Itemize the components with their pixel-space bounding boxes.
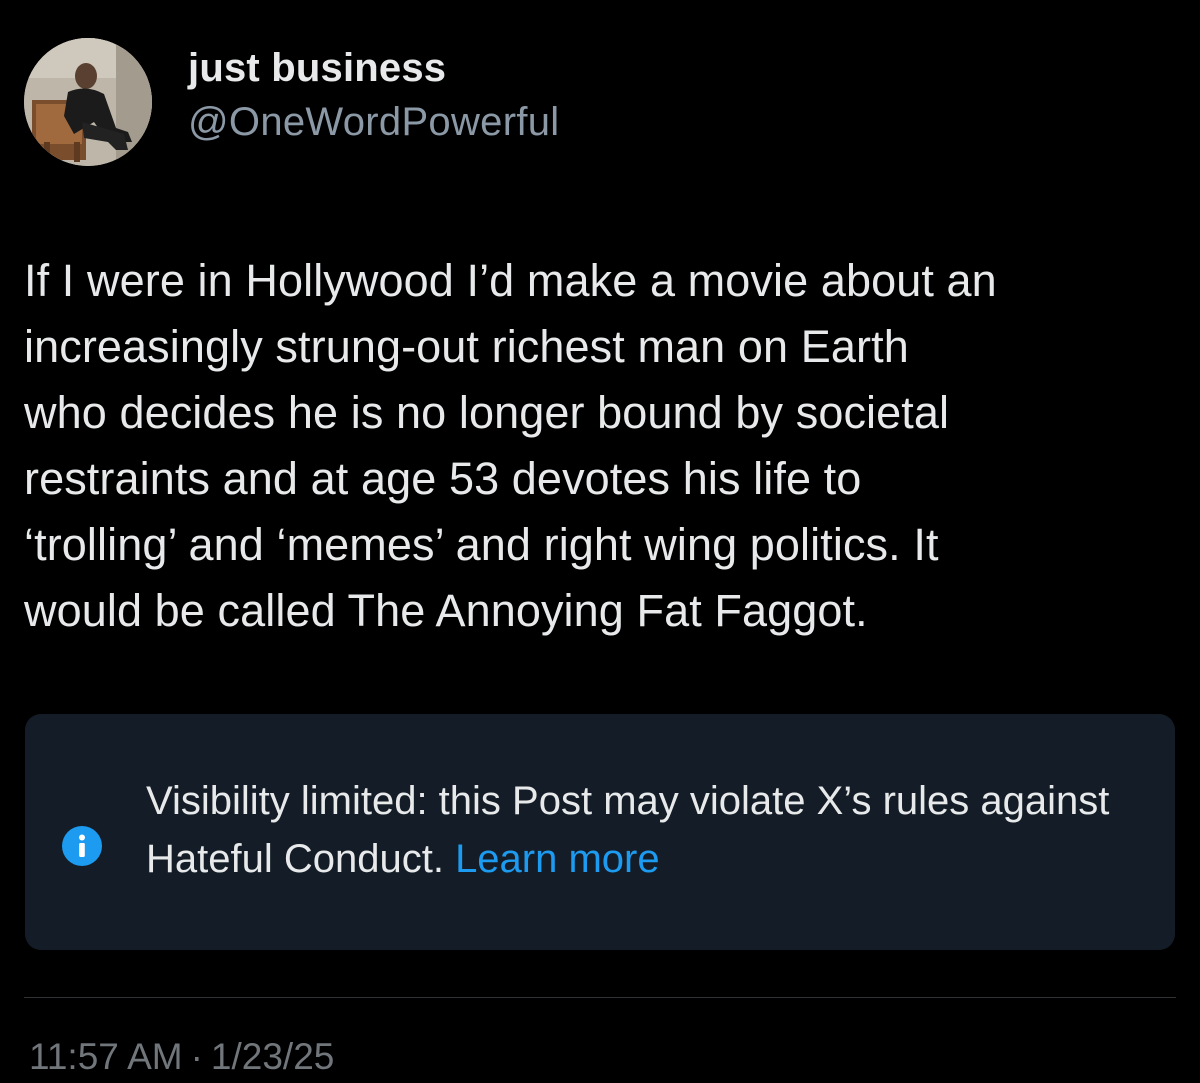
info-icon	[62, 826, 102, 866]
post-time: 11:57 AM	[29, 1036, 183, 1077]
display-name[interactable]: just business	[188, 40, 559, 96]
post-date: 1/23/25	[210, 1036, 335, 1077]
notice-text: Visibility limited: this Post may violat…	[146, 772, 1156, 888]
post-timestamp[interactable]: 11:57 AM · 1/23/25	[29, 1034, 334, 1080]
user-handle[interactable]: @OneWordPowerful	[188, 96, 559, 148]
meta-separator: ·	[190, 1036, 203, 1077]
learn-more-link[interactable]: Learn more	[455, 837, 660, 881]
post-header: just business @OneWordPowerful	[24, 38, 559, 166]
avatar[interactable]	[24, 38, 152, 166]
divider	[24, 997, 1176, 998]
post-text: If I were in Hollywood I’d make a movie …	[24, 255, 997, 636]
author-names: just business @OneWordPowerful	[188, 40, 559, 148]
visibility-notice: Visibility limited: this Post may violat…	[25, 714, 1175, 950]
